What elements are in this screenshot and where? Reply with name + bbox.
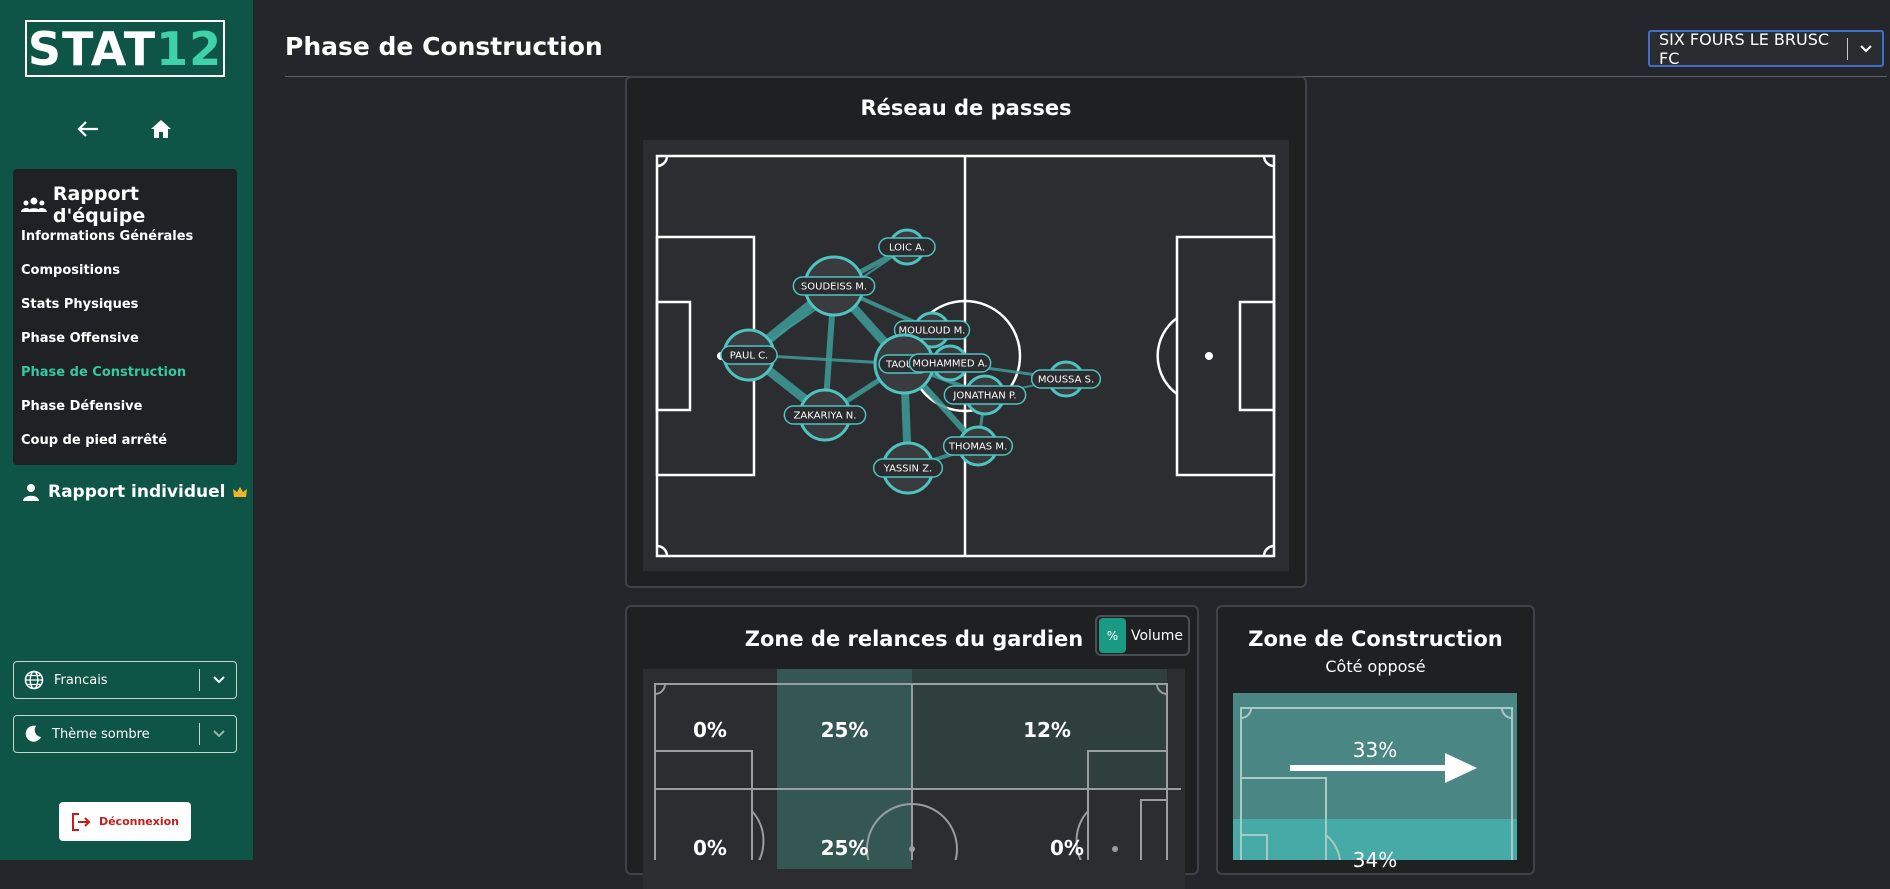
construction-top-value: 33% bbox=[1352, 738, 1398, 762]
construction-bottom-value: 34% bbox=[1352, 848, 1398, 872]
construction-pitch-svg bbox=[1240, 707, 1513, 860]
